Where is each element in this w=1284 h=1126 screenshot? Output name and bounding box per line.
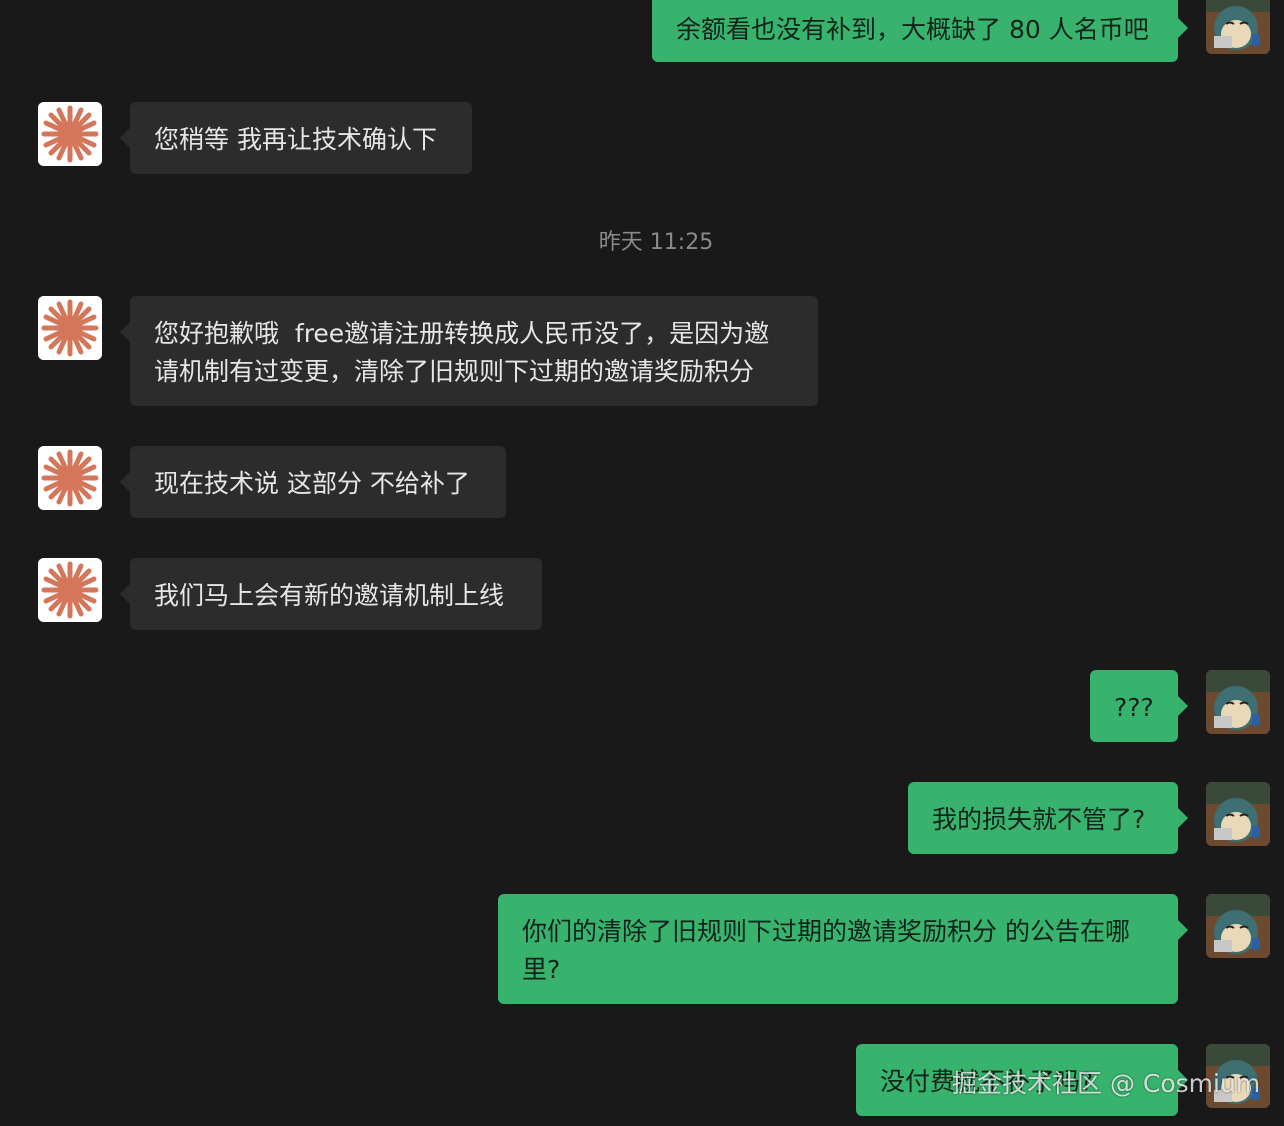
asterisk-logo-icon	[38, 446, 102, 510]
snorlax-avatar-icon	[1206, 894, 1270, 958]
agent-avatar[interactable]	[38, 296, 102, 360]
message-bubble-incoming[interactable]: 现在技术说 这部分 不给补了	[120, 446, 506, 518]
message-bubble-incoming[interactable]: 您好抱歉哦 free邀请注册转换成人民币没了，是因为邀 请机制有过变更，清除了旧…	[120, 296, 818, 406]
user-avatar[interactable]	[1206, 0, 1270, 54]
snorlax-avatar-icon	[1206, 782, 1270, 846]
snorlax-avatar-icon	[1206, 670, 1270, 734]
asterisk-logo-icon	[38, 558, 102, 622]
message-bubble-outgoing[interactable]: 我的损失就不管了?	[908, 782, 1188, 854]
message-bubble-incoming[interactable]: 我们马上会有新的邀请机制上线	[120, 558, 542, 630]
agent-avatar[interactable]	[38, 558, 102, 622]
snorlax-avatar-icon	[1206, 0, 1270, 54]
message-bubble-incoming[interactable]: 您稍等 我再让技术确认下	[120, 102, 472, 174]
user-avatar[interactable]	[1206, 670, 1270, 734]
agent-avatar[interactable]	[38, 102, 102, 166]
message-bubble-outgoing[interactable]: 余额看也没有补到，大概缺了 80 人名币吧	[652, 0, 1188, 62]
message-bubble-outgoing[interactable]: ???	[1090, 670, 1188, 742]
chat-view: 余额看也没有补到，大概缺了 80 人名币吧 您稍等 我再让技术确认下 昨天 11…	[0, 0, 1284, 1126]
user-avatar[interactable]	[1206, 782, 1270, 846]
asterisk-logo-icon	[38, 102, 102, 166]
timestamp-divider: 昨天 11:25	[598, 230, 714, 255]
watermark: 掘金技术社区 @ Cosmium	[952, 1069, 1261, 1098]
user-avatar[interactable]	[1206, 894, 1270, 958]
asterisk-logo-icon	[38, 296, 102, 360]
agent-avatar[interactable]	[38, 446, 102, 510]
message-bubble-outgoing[interactable]: 你们的清除了旧规则下过期的邀请奖励积分 的公告在哪 里?	[498, 894, 1188, 1004]
